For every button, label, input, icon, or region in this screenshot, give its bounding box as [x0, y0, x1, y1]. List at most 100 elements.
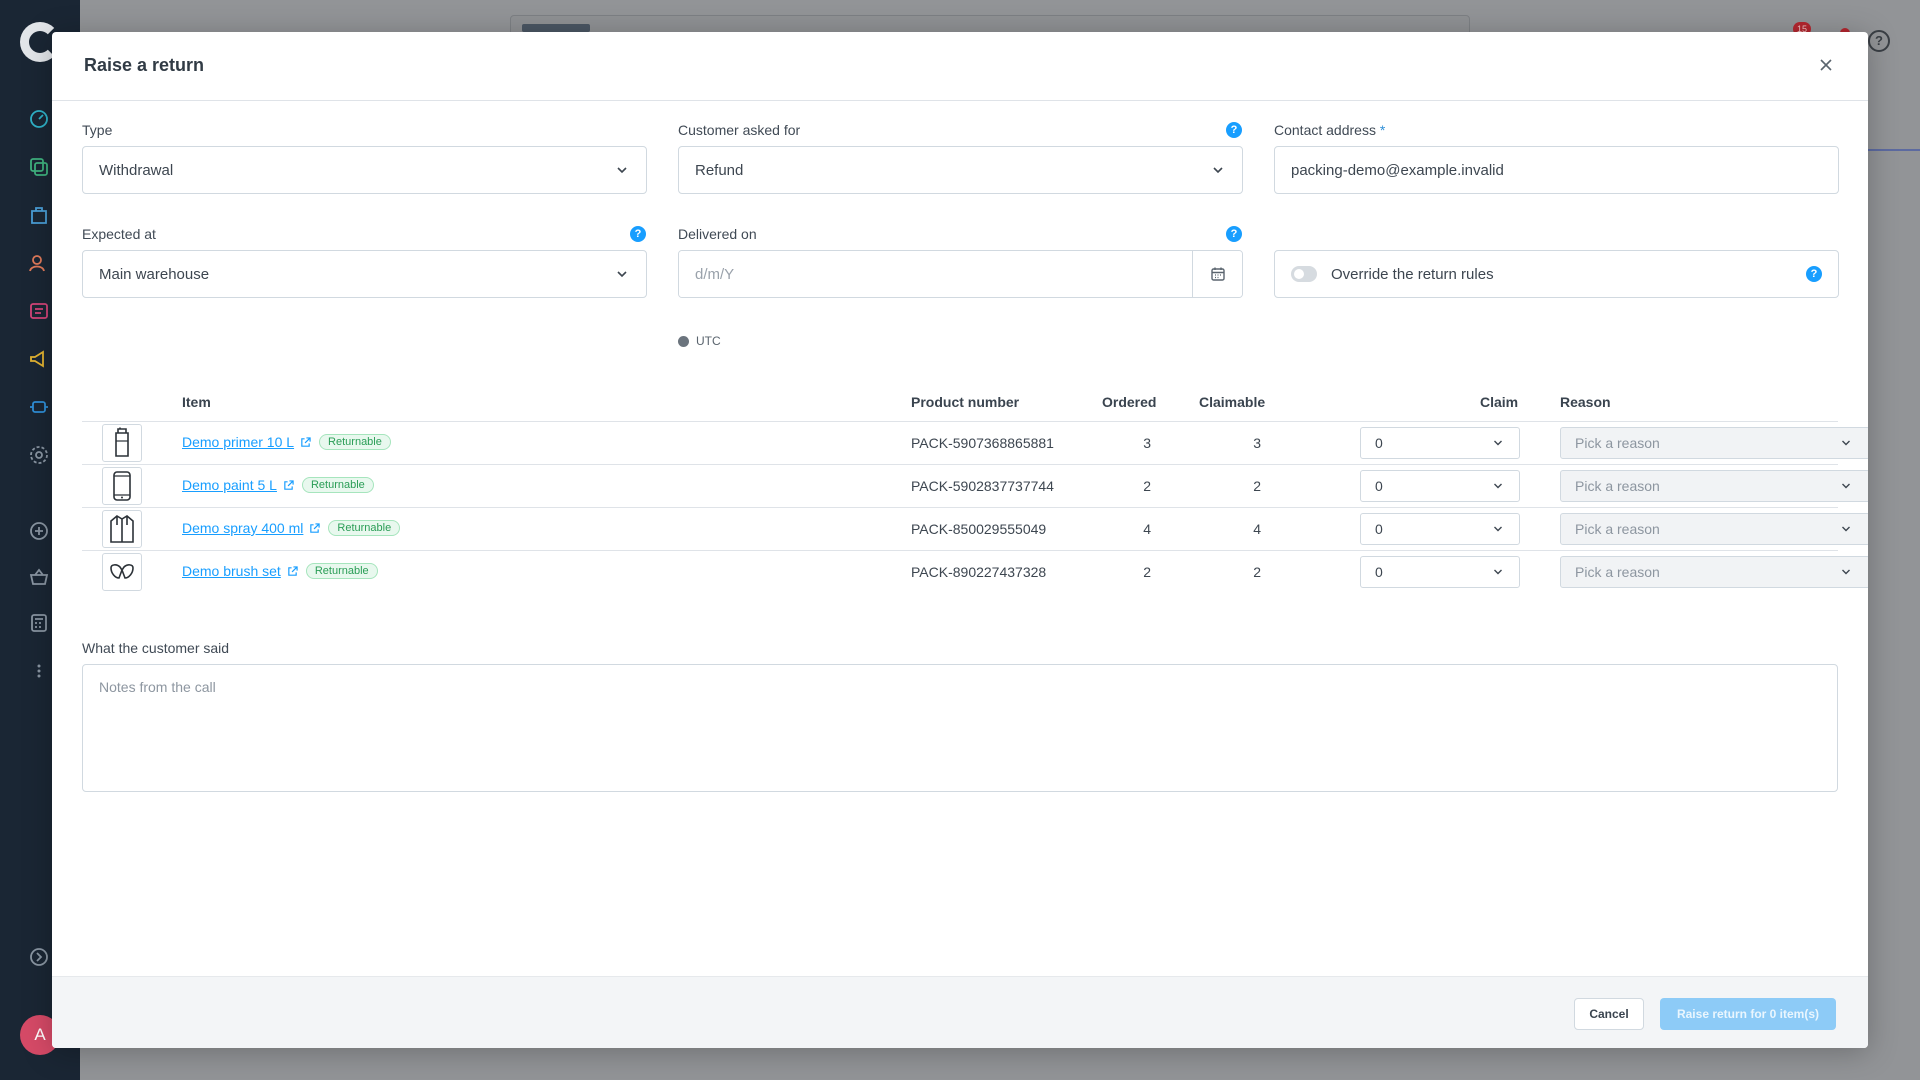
- ordered-qty: 3: [1143, 435, 1151, 451]
- contact-address-input[interactable]: [1274, 146, 1839, 194]
- ordered-qty: 4: [1143, 521, 1151, 537]
- reason-select[interactable]: Pick a reason: [1560, 513, 1868, 545]
- reason-placeholder: Pick a reason: [1575, 435, 1660, 451]
- product-number: PACK-850029555049: [911, 521, 1047, 537]
- required-mark: *: [1379, 122, 1386, 138]
- customer-asked-for-help-icon[interactable]: ?: [1226, 122, 1242, 138]
- item-cell: Demo primer 10 L Returnable: [182, 434, 391, 450]
- expand-sidebar-icon[interactable]: [28, 946, 50, 968]
- tab-underline: [1868, 149, 1920, 151]
- chevron-down-icon: [1213, 167, 1223, 174]
- clock-icon: [678, 335, 689, 347]
- item-cell: Demo brush set Returnable: [182, 563, 378, 579]
- type-value: Withdrawal: [99, 161, 174, 179]
- modal-title: Raise a return: [84, 55, 205, 75]
- customer-asked-for-label: Customer asked for: [678, 122, 801, 138]
- extensions-icon[interactable]: [28, 396, 50, 418]
- chevron-down-icon: [1842, 483, 1850, 489]
- item-cell: Demo paint 5 L Returnable: [182, 477, 374, 493]
- chevron-down-icon: [1842, 440, 1850, 446]
- close-button[interactable]: [1814, 54, 1838, 78]
- product-link[interactable]: Demo brush set: [182, 563, 281, 579]
- return-items-table: Item Product number Ordered Claimable Cl…: [82, 378, 1868, 594]
- claimable-qty: 4: [1253, 521, 1261, 537]
- customer-asked-for-value: Refund: [695, 161, 744, 179]
- product-number: PACK-5902837737744: [911, 478, 1054, 494]
- customer-asked-for-select[interactable]: Refund: [678, 146, 1243, 194]
- delivered-on-label: Delivered on: [678, 226, 757, 242]
- product-link[interactable]: Demo spray 400 ml: [182, 520, 303, 536]
- customers-icon[interactable]: [28, 252, 50, 274]
- column-header-claim: Claim: [1480, 394, 1519, 410]
- product-number: PACK-890227437328: [911, 564, 1047, 580]
- calendar-button[interactable]: [1192, 251, 1242, 297]
- claim-qty-value: 0: [1375, 564, 1383, 580]
- type-select[interactable]: Withdrawal: [82, 146, 647, 194]
- table-header: Item Product number Ordered Claimable Cl…: [82, 378, 1838, 422]
- marketing-icon[interactable]: [28, 348, 50, 370]
- chevron-down-icon: [1494, 526, 1502, 532]
- ordered-qty: 2: [1143, 478, 1151, 494]
- jacket-icon: [110, 515, 134, 543]
- delivered-on-input[interactable]: [679, 251, 1192, 297]
- reason-select[interactable]: Pick a reason: [1560, 470, 1868, 502]
- primer-can-icon: [115, 427, 129, 457]
- claim-qty-select[interactable]: 0: [1360, 556, 1520, 588]
- claim-qty-select[interactable]: 0: [1360, 513, 1520, 545]
- external-link-icon[interactable]: [287, 565, 298, 577]
- chevron-down-icon: [1494, 569, 1502, 575]
- delivered-on-help-icon[interactable]: ?: [1226, 226, 1242, 242]
- help-icon: ?: [1868, 30, 1890, 52]
- product-link[interactable]: Demo paint 5 L: [182, 477, 277, 493]
- gloves-icon: [110, 564, 134, 579]
- returnable-badge: Returnable: [301, 477, 374, 493]
- product-thumbnail: [102, 424, 142, 462]
- product-thumbnail: [102, 510, 142, 548]
- claim-qty-select[interactable]: 0: [1360, 427, 1520, 459]
- override-rules-help-icon[interactable]: ?: [1806, 266, 1822, 282]
- reason-select[interactable]: Pick a reason: [1560, 427, 1868, 459]
- column-header-claimable: Claimable: [1199, 394, 1266, 410]
- table-row: Demo spray 400 ml Returnable PACK-850029…: [82, 508, 1868, 551]
- catalog-icon[interactable]: [28, 156, 50, 178]
- override-rules-toggle[interactable]: [1291, 266, 1317, 282]
- reason-select[interactable]: Pick a reason: [1560, 556, 1868, 588]
- chevron-down-icon: [1494, 440, 1502, 446]
- type-label: Type: [82, 122, 113, 138]
- column-header-ordered: Ordered: [1102, 394, 1157, 410]
- external-link-icon[interactable]: [309, 522, 321, 534]
- more-icon[interactable]: [28, 660, 50, 682]
- external-link-icon[interactable]: [283, 479, 294, 491]
- table-row: Demo brush set Returnable PACK-890227437…: [82, 551, 1868, 594]
- claimable-qty: 2: [1253, 478, 1261, 494]
- item-cell: Demo spray 400 ml Returnable: [182, 520, 401, 536]
- product-number: PACK-5907368865881: [911, 435, 1054, 451]
- product-link[interactable]: Demo primer 10 L: [182, 434, 294, 450]
- column-header-reason: Reason: [1560, 394, 1611, 410]
- raise-return-button[interactable]: Raise return for 0 item(s): [1660, 998, 1836, 1030]
- orders-icon[interactable]: [28, 204, 50, 226]
- calculator-icon[interactable]: [28, 612, 50, 634]
- claim-qty-select[interactable]: 0: [1360, 470, 1520, 502]
- expected-at-select[interactable]: Main warehouse: [82, 250, 647, 298]
- reason-placeholder: Pick a reason: [1575, 564, 1660, 580]
- expected-at-help-icon[interactable]: ?: [630, 226, 646, 242]
- basket-icon[interactable]: [28, 566, 50, 588]
- override-rules-label: Override the return rules: [1331, 265, 1494, 283]
- content-icon[interactable]: [28, 300, 50, 322]
- settings-icon[interactable]: [28, 444, 50, 466]
- returnable-badge: Returnable: [328, 520, 401, 536]
- expected-at-label: Expected at: [82, 226, 156, 242]
- notes-textarea[interactable]: [82, 664, 1838, 792]
- external-link-icon[interactable]: [300, 436, 311, 448]
- dashboard-icon[interactable]: [28, 108, 50, 130]
- modal-header: Raise a return: [52, 32, 1868, 101]
- cancel-button[interactable]: Cancel: [1574, 998, 1644, 1030]
- close-icon: [1820, 58, 1832, 71]
- column-header-item: Item: [182, 394, 211, 410]
- notes-label: What the customer said: [82, 640, 230, 656]
- add-icon[interactable]: [28, 520, 50, 542]
- claim-qty-value: 0: [1375, 521, 1383, 537]
- claim-qty-value: 0: [1375, 478, 1383, 494]
- delivered-on-field: [678, 250, 1243, 298]
